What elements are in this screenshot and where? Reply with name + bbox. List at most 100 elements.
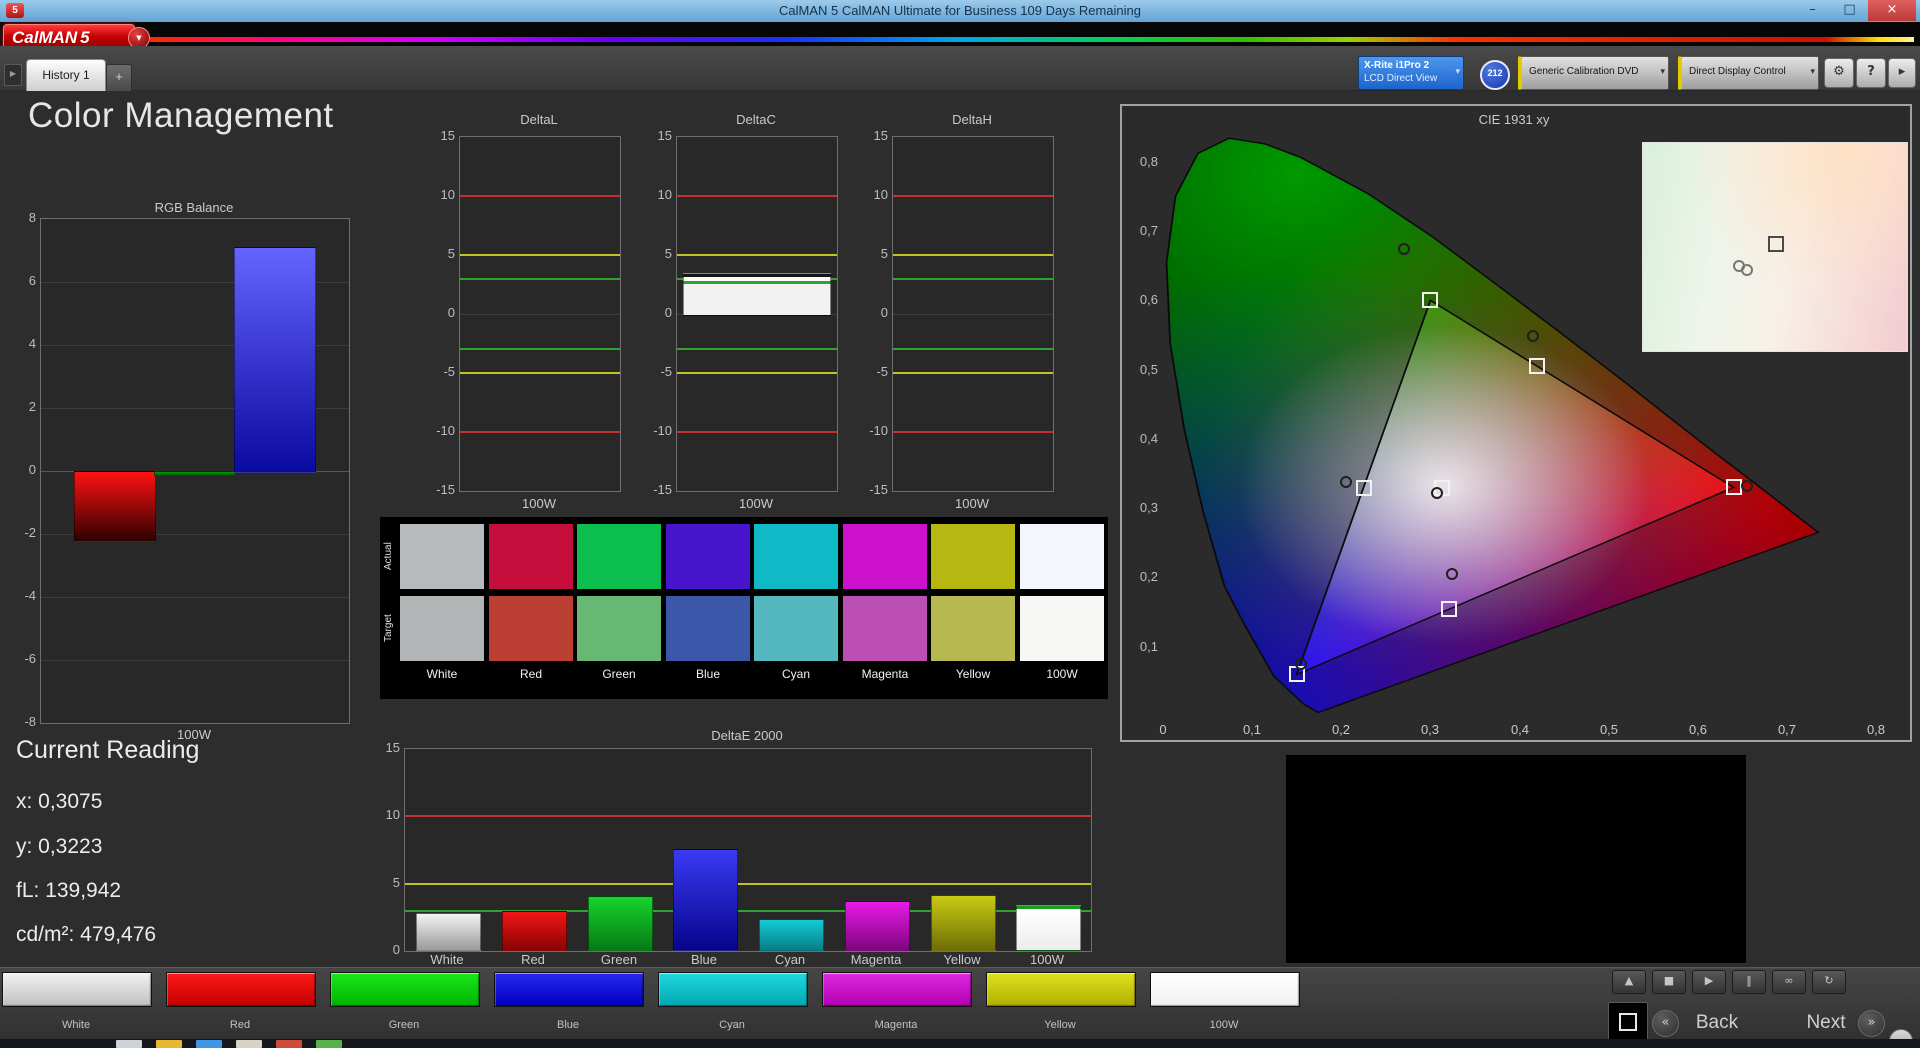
y-tick-label: 2 — [8, 399, 36, 414]
y-tick-label: 5 — [429, 246, 455, 261]
y-tick-label: 15 — [862, 128, 888, 143]
pattern-button-100w[interactable] — [1150, 972, 1300, 1007]
help-icon[interactable]: ? — [1856, 58, 1886, 88]
next-chevron-button[interactable]: » — [1858, 1010, 1885, 1037]
reading-y: y: 0,3223 — [16, 835, 102, 859]
transport-eject-button[interactable]: ▲ — [1612, 970, 1646, 994]
transport-play-button[interactable]: ▶ — [1692, 970, 1726, 994]
inset-measured-marker — [1741, 264, 1753, 276]
y-tick-label: -15 — [429, 482, 455, 497]
close-button[interactable]: × — [1868, 0, 1916, 21]
maximize-button[interactable]: □ — [1831, 0, 1868, 21]
x-category-label: Green — [576, 952, 662, 967]
panel-expand-icon[interactable]: ▸ — [1888, 58, 1916, 88]
taskbar-icon-fragment — [116, 1040, 142, 1048]
tolerance-line — [893, 348, 1053, 350]
delta-l-plot — [459, 136, 621, 492]
cie-x-tick-label: 0,1 — [1232, 722, 1272, 737]
tab-history-1[interactable]: History 1 — [26, 59, 106, 91]
cie-y-tick-label: 0,7 — [1124, 223, 1158, 238]
chevron-down-icon: ▾ — [1810, 67, 1815, 77]
actual-swatch-Blue — [666, 524, 750, 589]
cie-y-tick-label: 0,6 — [1124, 292, 1158, 307]
transport-stop-button[interactable]: ■ — [1652, 970, 1686, 994]
chart-title: RGB Balance — [40, 200, 348, 216]
page-title: Color Management — [28, 96, 334, 136]
actual-swatch-Red — [489, 524, 573, 589]
cie-x-tick-label: 0 — [1143, 722, 1183, 737]
delta-h-plot — [892, 136, 1054, 492]
y-tick-label: 4 — [8, 336, 36, 351]
source-dropdown[interactable]: Generic Calibration DVD ▾ — [1518, 56, 1669, 90]
chart-title: DeltaL — [459, 112, 619, 128]
x-category-label: White — [404, 952, 490, 967]
target-swatch-Red — [489, 596, 573, 661]
pattern-button-magenta[interactable] — [822, 972, 972, 1007]
meter-dropdown[interactable]: X-Rite i1Pro 2 LCD Direct View ▾ — [1358, 56, 1464, 90]
back-button[interactable]: Back — [1682, 1012, 1752, 1034]
actual-swatch-Yellow — [931, 524, 1015, 589]
meter-mode: LCD Direct View — [1364, 73, 1437, 84]
pattern-button-white[interactable] — [2, 972, 152, 1007]
source-label: Generic Calibration DVD — [1529, 66, 1639, 77]
bottom-bar: « Back Next » WhiteRedGreenBlueCyanMagen… — [0, 967, 1920, 1048]
pattern-button-label: Green — [330, 1019, 478, 1031]
x-category-label: Magenta — [833, 952, 919, 967]
row-label-target: Target — [383, 596, 397, 661]
deltae-bar-Yellow — [931, 895, 996, 951]
y-tick-label: 0 — [374, 942, 400, 957]
gear-icon[interactable]: ⚙ — [1824, 58, 1854, 88]
target-swatch-Green — [577, 596, 661, 661]
transport-pause-button[interactable]: ‖ — [1732, 970, 1766, 994]
cie-measured-green — [1398, 243, 1410, 255]
taskbar-icon-fragment — [316, 1040, 342, 1048]
target-swatch-Magenta — [843, 596, 927, 661]
tolerance-line — [677, 431, 837, 433]
target-swatch-Blue — [666, 596, 750, 661]
add-tab-button[interactable]: + — [106, 64, 132, 91]
next-button[interactable]: Next — [1796, 1012, 1856, 1034]
cie-measured-magenta — [1446, 568, 1458, 580]
cie-measured-yellow — [1527, 330, 1539, 342]
bar-green — [154, 471, 236, 476]
y-tick-label: -4 — [8, 588, 36, 603]
pattern-button-cyan[interactable] — [658, 972, 808, 1007]
pattern-button-label: Magenta — [822, 1019, 970, 1031]
tolerance-line — [893, 372, 1053, 374]
delta-h-chart: DeltaH 100W 151050-5-10-15 — [860, 112, 1054, 512]
cie-y-tick-label: 0,1 — [1124, 639, 1158, 654]
transport-continuous-button[interactable]: ∞ — [1772, 970, 1806, 994]
tolerance-line — [677, 254, 837, 256]
inset-target-marker — [1768, 236, 1784, 252]
cie-target-green — [1422, 292, 1438, 308]
pattern-button-blue[interactable] — [494, 972, 644, 1007]
transport-loop-button[interactable]: ↻ — [1812, 970, 1846, 994]
delta-e-2000-chart: DeltaE 2000 151050WhiteRedGreenBlueCyanM… — [372, 728, 1122, 972]
pattern-button-green[interactable] — [330, 972, 480, 1007]
deltae-bar-Green — [588, 896, 653, 951]
current-reading-title: Current Reading — [16, 736, 199, 765]
actual-swatch-White — [400, 524, 484, 589]
pattern-button-yellow[interactable] — [986, 972, 1136, 1007]
zero-gridline — [893, 314, 1053, 315]
target-swatch-100W — [1020, 596, 1104, 661]
color-checker-table: ActualTargetWhiteRedGreenBlueCyanMagenta… — [380, 517, 1108, 699]
back-chevron-button[interactable]: « — [1652, 1010, 1679, 1037]
minimize-button[interactable]: – — [1794, 0, 1831, 21]
reading-cdm2: cd/m²: 479,476 — [16, 923, 156, 947]
swatch-column-label: Cyan — [754, 667, 838, 681]
deltae-bar-Cyan — [759, 919, 824, 951]
x-axis-label: 100W — [892, 496, 1052, 511]
bar-blue — [234, 247, 316, 473]
pattern-button-red[interactable] — [166, 972, 316, 1007]
tolerance-line — [460, 348, 620, 350]
tolerance-line — [893, 278, 1053, 280]
tolerance-line — [460, 372, 620, 374]
y-tick-label: 0 — [862, 305, 888, 320]
calman-window: 5 CalMAN 5 CalMAN Ultimate for Business … — [0, 0, 1920, 1048]
pattern-window-button[interactable] — [1608, 1002, 1648, 1042]
nav-expand-button[interactable]: ▶ — [4, 64, 22, 86]
y-tick-label: -10 — [646, 423, 672, 438]
display-control-dropdown[interactable]: Direct Display Control ▾ — [1678, 56, 1819, 90]
y-tick-label: -5 — [429, 364, 455, 379]
